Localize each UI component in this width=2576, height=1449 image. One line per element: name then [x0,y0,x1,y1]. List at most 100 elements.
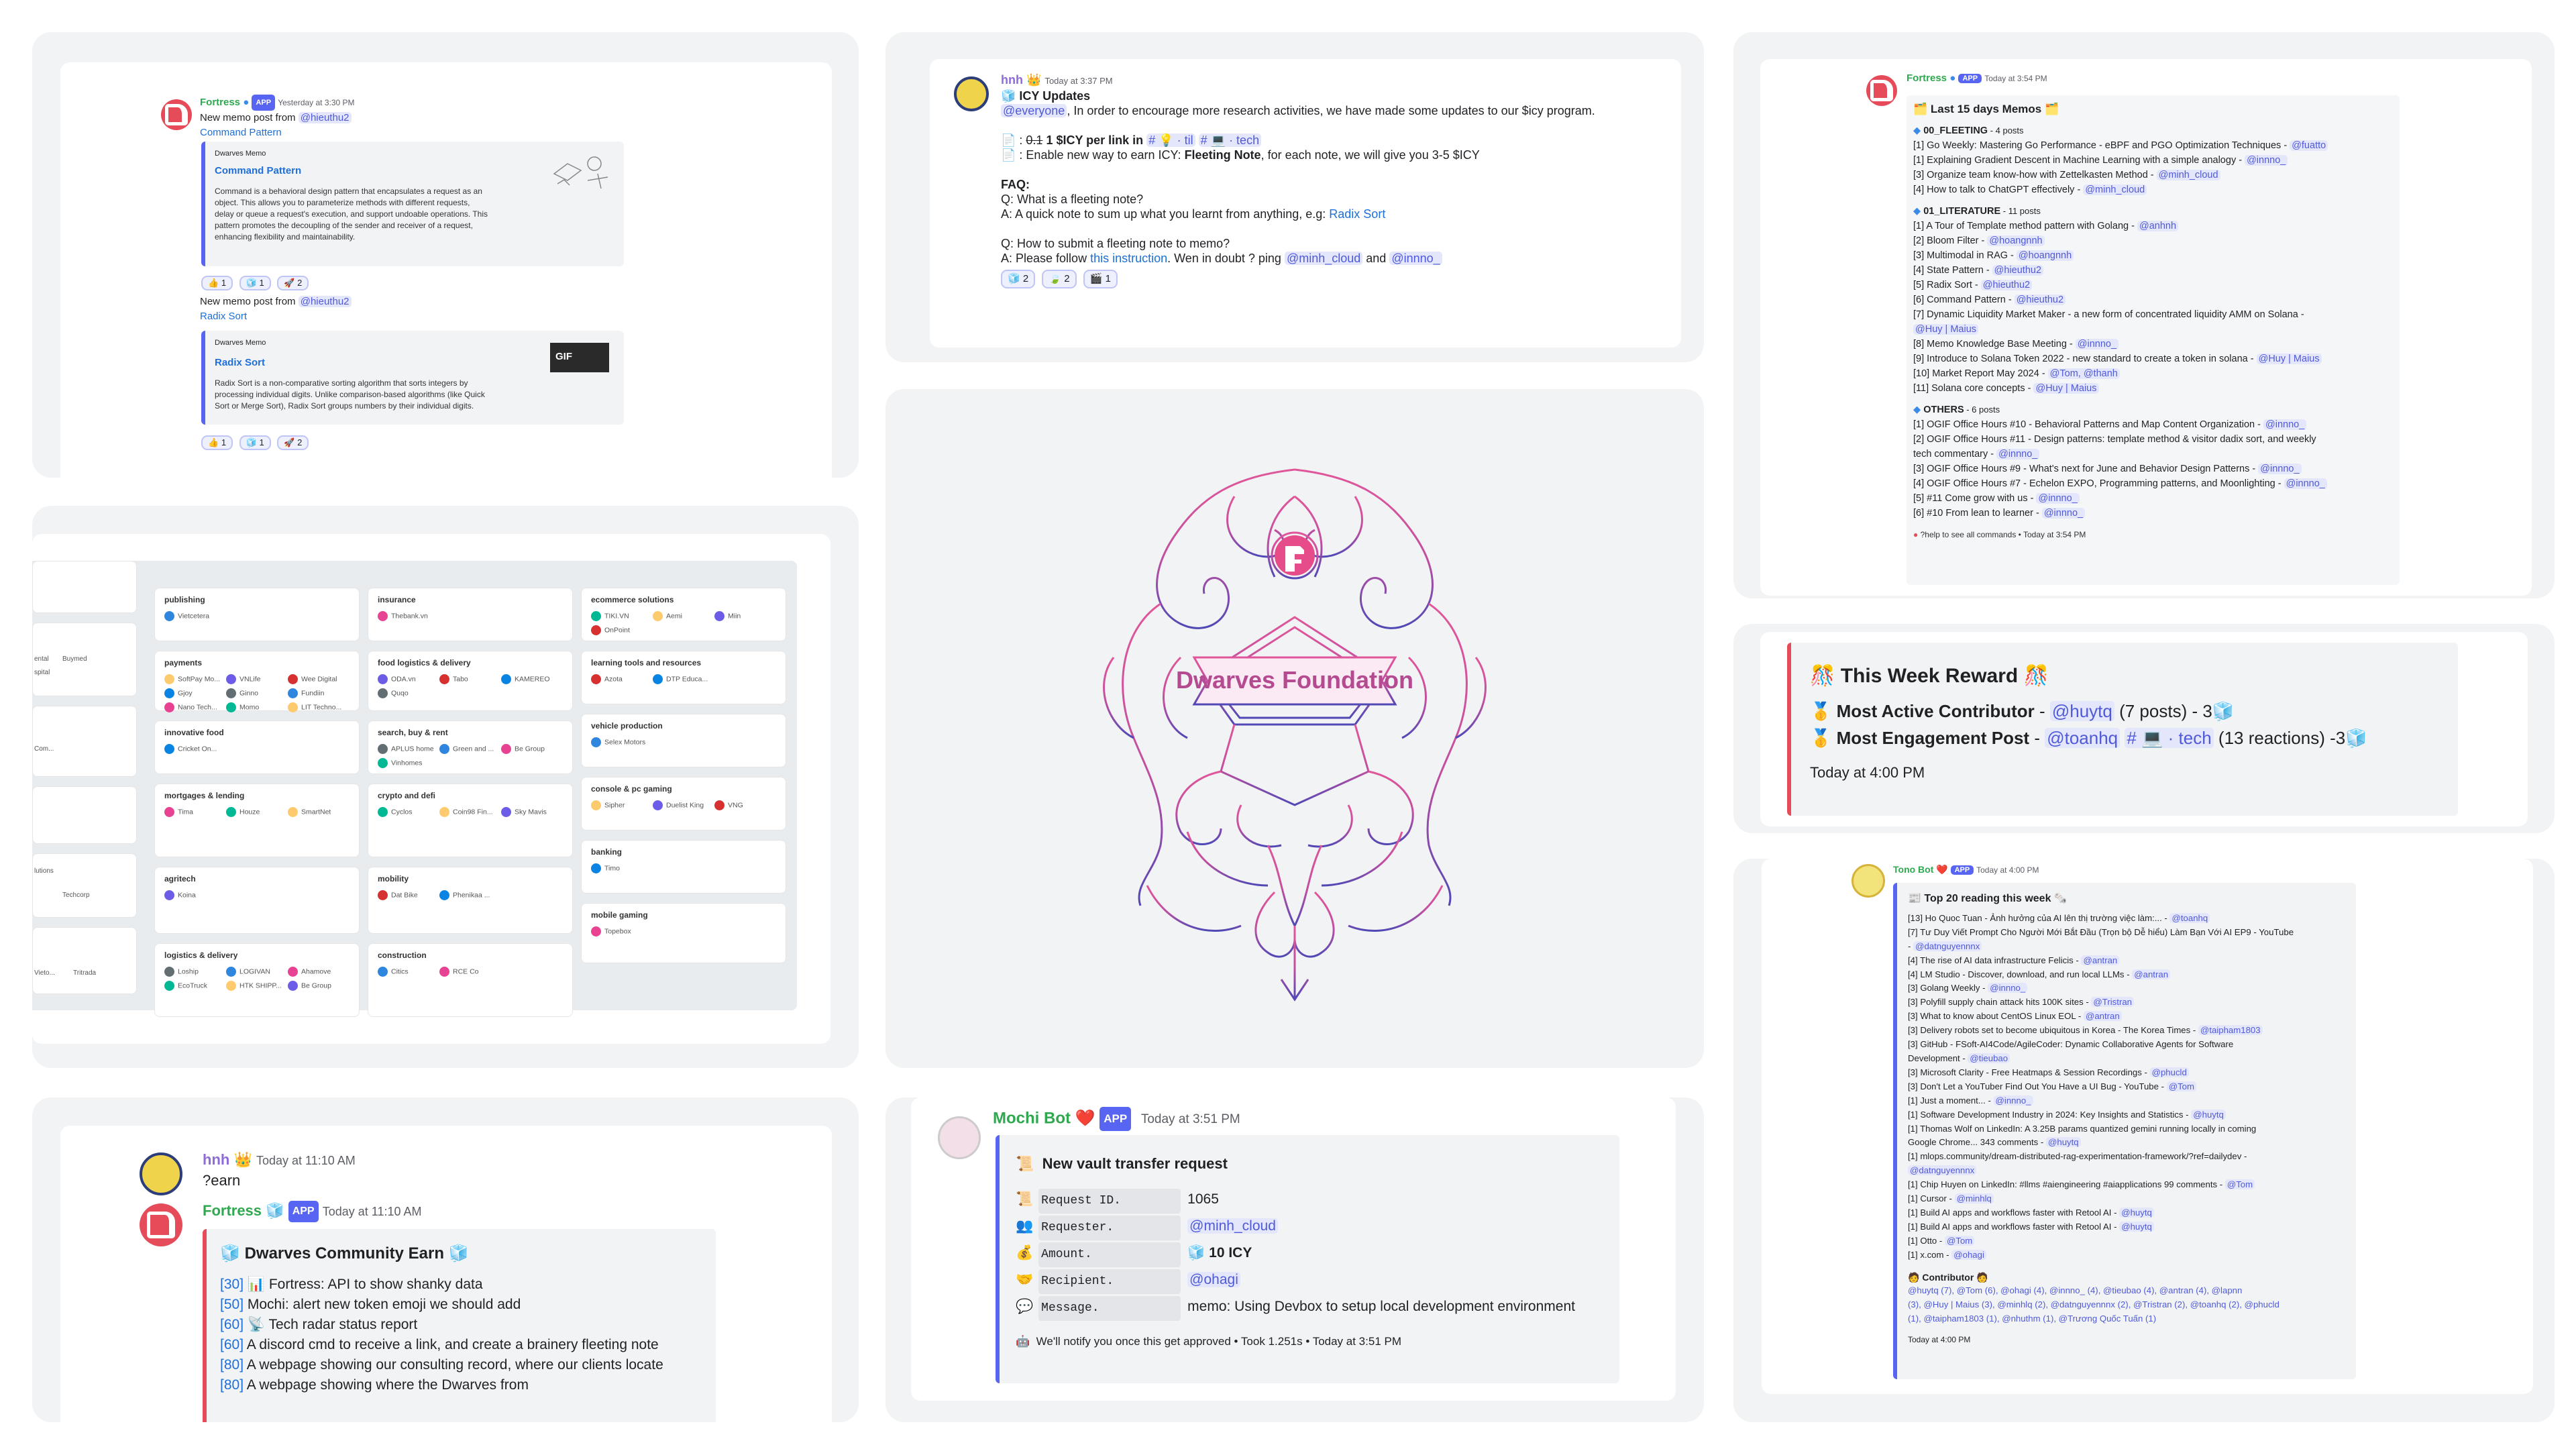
reaction-ice[interactable]: 🧊 2 [1001,270,1036,288]
earn-item[interactable]: [80] A webpage showing our consulting re… [220,1355,702,1375]
company-logo[interactable]: VNG [714,800,776,810]
mention[interactable]: @hieuthu2 [298,296,352,307]
reading-item[interactable]: [1] Otto - @Tom [1908,1234,2345,1248]
mention[interactable]: @minhlq [1954,1193,1994,1204]
mention[interactable]: @innno_ [1996,449,2040,460]
memo-item[interactable]: [2] OGIF Office Hours #11 - Design patte… [1913,432,2393,447]
memo-item[interactable]: [3] Multimodal in RAG - @hoangnnh [1913,248,2393,263]
reading-item[interactable]: [1] Software Development Industry in 202… [1908,1108,2345,1122]
reading-item[interactable]: [3] Polyfill supply chain attack hits 10… [1908,996,2345,1010]
company-logo[interactable]: Houze [226,807,288,817]
mention[interactable]: @hoangnnh [1987,235,2045,246]
company-logo[interactable]: Cyclos [378,807,439,817]
field-value[interactable]: @minh_cloud [1187,1218,1278,1234]
company-logo[interactable]: LIT Techno... [288,702,350,712]
reading-item[interactable]: [3] GitHub - FSoft-AI4Code/AgileCoder: D… [1908,1038,2345,1052]
company-logo[interactable]: Thebank.vn [378,611,439,621]
company-logo[interactable]: Quqo [378,688,439,698]
memo-item[interactable]: [4] How to talk to ChatGPT effectively -… [1913,182,2393,197]
reading-item[interactable]: [3] What to know about CentOS Linux EOL … [1908,1010,2345,1024]
instruction-link[interactable]: this instruction [1090,252,1167,265]
company-logo[interactable]: Gjoy [164,688,226,698]
category-box[interactable]: mobile gaming Topebox [581,903,786,963]
mention[interactable]: @innno_ [2245,155,2288,166]
earn-item[interactable]: [50] Mochi: alert new token emoji we sho… [220,1295,702,1315]
reading-item[interactable]: [1] Build AI apps and workflows faster w… [1908,1220,2345,1234]
category-box[interactable]: search, buy & rent APLUS home Green and ..… [368,720,573,774]
category-box[interactable]: innovative food Cricket On... [154,720,360,774]
company-logo[interactable]: Ginno [226,688,288,698]
company-logo[interactable]: OnPoint [591,625,653,635]
company-logo[interactable]: Dat Bike [378,890,439,900]
company-logo[interactable]: Selex Motors [591,737,653,747]
mention[interactable]: @datnguyennnx [1913,941,1982,951]
author-name[interactable]: Fortress [1907,72,1947,84]
memo-item[interactable]: [10] Market Report May 2024 - @Tom, @tha… [1913,366,2393,381]
company-logo[interactable]: Tabo [439,674,501,684]
fortress-avatar[interactable] [1866,75,1897,106]
mention[interactable]: @innno_ [2036,493,2080,504]
reading-item[interactable]: [13] Ho Quoc Tuan - Ảnh hưởng của AI lên… [1908,912,2345,926]
mention[interactable]: @huytq [2119,1207,2154,1218]
mention[interactable]: @Tristran [2091,997,2134,1008]
company-logo[interactable]: SmartNet [288,807,350,817]
company-logo[interactable]: HTK SHIPP... [226,981,288,991]
mention[interactable]: @hieuthu2 [298,112,352,123]
mention[interactable]: @innno_ [2075,339,2119,350]
mention[interactable]: @antran [2083,1011,2122,1022]
memo-item[interactable]: [5] #11 Come grow with us - @innno_ [1913,491,2393,506]
channel-link[interactable]: # 💻 · tech [1198,133,1262,147]
reaction-leaf[interactable]: 🍃 2 [1042,270,1077,288]
reading-item[interactable]: [7] Tư Duy Viết Prompt Cho Người Mới Bắt… [1908,926,2345,940]
company-logo[interactable]: DTP Educa... [653,674,714,684]
memo-item[interactable]: [2] Bloom Filter - @hoangnnh [1913,233,2393,248]
company-logo[interactable]: Topebox [591,926,653,936]
memo-item[interactable]: [4] OGIF Office Hours #7 - Echelon EXPO,… [1913,476,2393,491]
mention[interactable]: @Tom, @thanh [2047,368,2120,379]
memo-item[interactable]: [1] A Tour of Template method pattern wi… [1913,219,2393,233]
memo-item[interactable]: [8] Memo Knowledge Base Meeting - @innno… [1913,337,2393,352]
mention[interactable]: @innno_ [1993,1095,2033,1106]
category-box[interactable]: ecommerce solutions TIKI.VN Aemi Miin OnPoin… [581,588,786,641]
category-box[interactable]: construction Citics RCE Co [368,943,573,1017]
company-logo[interactable]: Vinhomes [378,758,439,768]
memo-link[interactable]: Command Pattern [200,125,804,140]
mention[interactable]: @innno_ [2263,419,2307,430]
reading-item[interactable]: [1] x.com - @ohagi [1908,1248,2345,1263]
mochi-avatar[interactable] [938,1116,981,1159]
category-box[interactable]: crypto and defi Cyclos Coin98 Fin... Sky Ma… [368,784,573,857]
company-logo[interactable]: RCE Co [439,967,501,977]
reading-item[interactable]: - @datnguyennnx [1908,940,2345,954]
fortress-avatar[interactable] [161,99,192,130]
mention[interactable]: @hieuthu2 [1992,265,2044,276]
company-logo[interactable]: Cricket On... [164,744,226,754]
category-box[interactable]: learning tools and resources Azota DTP Edu… [581,651,786,704]
category-box[interactable]: mortgages & lending Tima Houze SmartNet [154,784,360,857]
memo-item[interactable]: [5] Radix Sort - @hieuthu2 [1913,278,2393,292]
fortress-avatar[interactable] [140,1203,182,1246]
radix-sort-link[interactable]: Radix Sort [1329,207,1385,221]
company-logo[interactable]: Green and ... [439,744,501,754]
category-box[interactable]: console & pc gaming Sipher Duelist King VNG [581,777,786,830]
reading-item[interactable]: [1] Just a moment... - @innno_ [1908,1094,2345,1108]
memo-item[interactable]: tech commentary - @innno_ [1913,447,2393,462]
reading-item[interactable]: @datnguyennnx [1908,1164,2345,1178]
memo-item[interactable]: [1] Explaining Gradient Descent in Machi… [1913,153,2393,168]
reading-item[interactable]: Development - @tieubao [1908,1052,2345,1066]
hnh-avatar[interactable] [954,76,989,111]
earn-item[interactable]: [60] A discord cmd to receive a link, an… [220,1335,702,1355]
reading-item[interactable]: [3] Golang Weekly - @innno_ [1908,981,2345,996]
mention[interactable]: @toanhq [2169,912,2210,923]
company-logo[interactable]: Aemi [653,611,714,621]
mention[interactable]: @innno_ [1389,252,1442,265]
company-logo[interactable]: Citics [378,967,439,977]
author-name[interactable]: Mochi Bot [993,1109,1071,1127]
author-name[interactable]: Tono Bot [1893,864,1933,875]
company-logo[interactable]: Ahamove [288,967,350,977]
category-box[interactable]: publishing Vietcetera [154,588,360,641]
company-logo[interactable]: VNLife [226,674,288,684]
channel-link[interactable]: # 💻 · tech [2125,728,2214,748]
mention[interactable]: @antran [2081,955,2120,965]
reading-item[interactable]: [3] Microsoft Clarity - Free Heatmaps & … [1908,1066,2345,1080]
memo-item[interactable]: [11] Solana core concepts - @Huy | Maius [1913,381,2393,396]
